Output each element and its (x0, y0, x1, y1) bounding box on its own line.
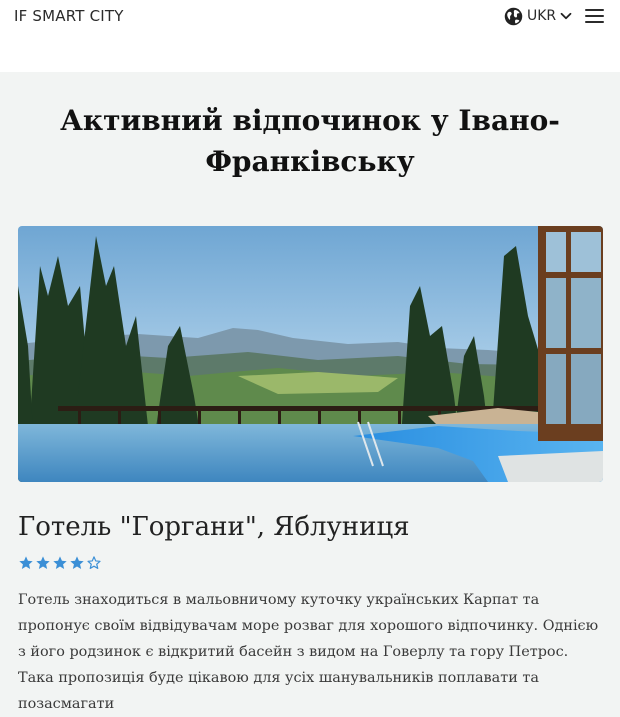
hotel-name[interactable]: Готель "Горгани", Яблуниця (18, 512, 410, 542)
star-empty-icon (87, 556, 101, 569)
star-filled-icon (19, 556, 33, 569)
star-filled-icon (70, 556, 84, 569)
star-filled-icon (53, 556, 67, 569)
language-selector[interactable]: UKR (504, 6, 572, 26)
hotel-description: Готель знаходиться в мальовничому куточк… (18, 592, 599, 712)
star-filled-icon (36, 556, 50, 569)
brand-logo-text[interactable]: IF SMART CITY (14, 7, 124, 25)
chevron-down-icon (560, 12, 572, 20)
page-title: Активний відпочинок у Івано-Франківську (60, 104, 560, 178)
globe-icon (504, 7, 523, 25)
top-header: IF SMART CITY UKR (0, 0, 620, 72)
language-label: UKR (527, 8, 557, 24)
hotel-rating (18, 555, 102, 571)
hamburger-menu-icon[interactable] (585, 8, 604, 24)
hotel-photo (18, 226, 603, 482)
